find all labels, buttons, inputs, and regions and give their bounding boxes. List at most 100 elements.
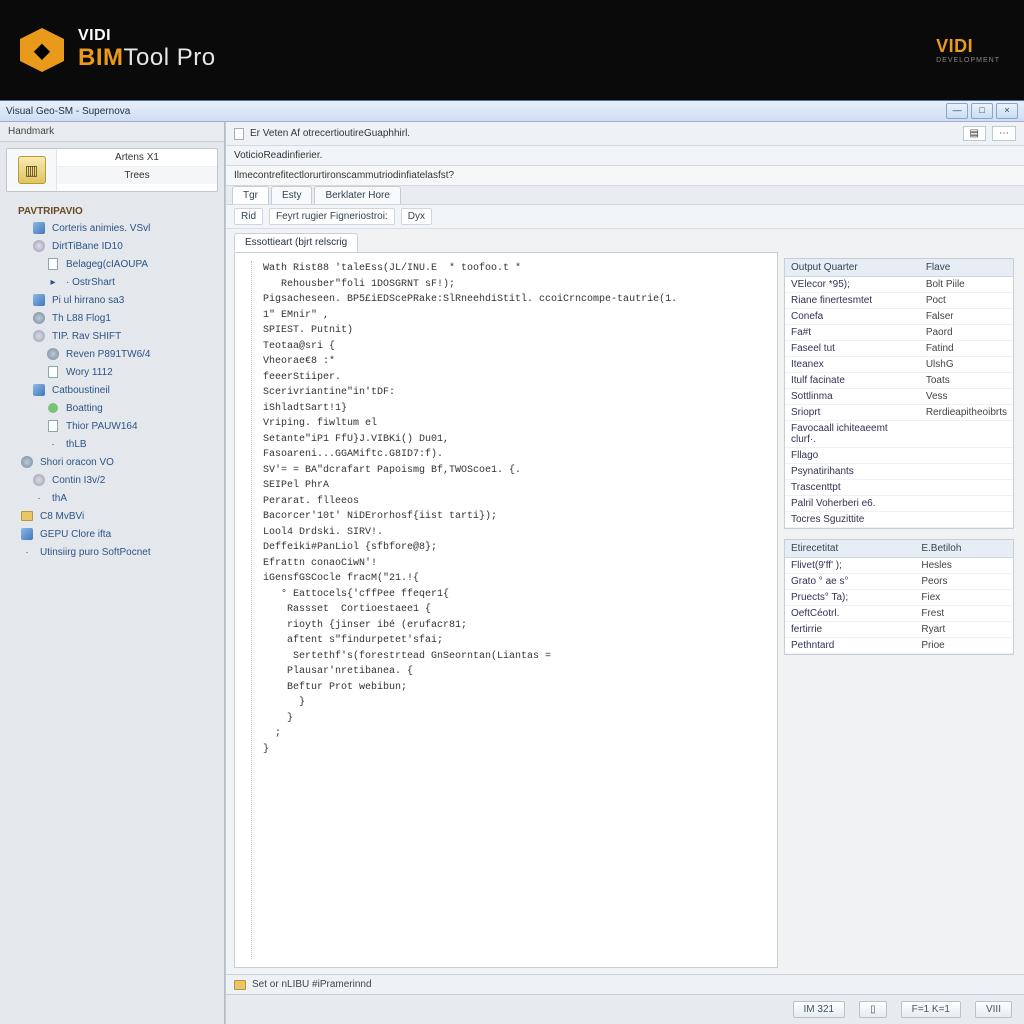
prop-key: Flivet(9'ff' ); (785, 558, 915, 574)
prop-key: Srioprt (785, 405, 920, 421)
gear-icon (21, 456, 33, 468)
tree-item[interactable]: Wory 1112 (18, 363, 220, 381)
prop-key: Pethntard (785, 638, 915, 654)
tree-item-label: Utinsiirg puro SoftPocnet (40, 547, 151, 558)
table-row[interactable]: Grato ° ae s°Peors (785, 574, 1013, 590)
window-titlebar[interactable]: Visual Geo-SM - Supernova — □ × (0, 100, 1024, 122)
status-button-4[interactable]: VIII (975, 1001, 1012, 1018)
prop-value: Hesles (915, 558, 1013, 574)
tree-item[interactable]: Pi ul hirrano sa3 (18, 291, 220, 309)
tree-item-label: Catboustineil (52, 385, 110, 396)
tree-item-label: thLB (66, 439, 87, 450)
editor-tabs: Tgr Esty Berklater Hore (226, 186, 1024, 205)
prop-value: Toats (920, 373, 1013, 389)
status-button-3[interactable]: F=1 K=1 (901, 1001, 961, 1018)
prop-key: Trascenttpt (785, 480, 920, 496)
table-row[interactable]: OeftCéotrl.Frest (785, 606, 1013, 622)
minimize-button[interactable]: — (946, 103, 968, 119)
tree-item[interactable]: Belageg(cIAOUPA (18, 255, 220, 273)
table-row[interactable]: fertirrieRyart (785, 622, 1013, 638)
toolcard-labels: Artens X1 Trees (57, 149, 217, 191)
code-line: Sertethf's(forestrtead GnSeorntan(Lianta… (245, 649, 767, 665)
nav-toolcard[interactable]: ▥ Artens X1 Trees (6, 148, 218, 192)
table-row[interactable]: Palril Voherberi e6. (785, 496, 1013, 512)
code-line: Deffeiki#PanLiol {sfbfore@8}; (245, 540, 767, 556)
tree-item[interactable]: Shori oracon VO (18, 453, 220, 471)
editor-toolbar-button[interactable]: ⋯ (992, 126, 1016, 141)
tree-item[interactable]: ·thLB (18, 435, 220, 453)
tree-item[interactable]: ▸· OstrShart (18, 273, 220, 291)
prop-value: Prioe (915, 638, 1013, 654)
prop-value: Ryart (915, 622, 1013, 638)
table-row[interactable]: Fa#tPaord (785, 325, 1013, 341)
subtab-2[interactable]: Feyrt rugier Figneriostroi: (269, 208, 395, 225)
table-row[interactable]: ConefaFalser (785, 309, 1013, 325)
code-and-props: Wath Rist88 'taleEss(JL/INU.E * toofoo.t… (226, 252, 1024, 974)
tab-3[interactable]: Berklater Hore (314, 186, 400, 204)
tree-item[interactable]: Corteris animies. VSvl (18, 219, 220, 237)
prop-value (920, 480, 1013, 496)
prop-key: Fllago (785, 448, 920, 464)
props1-col2[interactable]: Flave (920, 259, 1013, 277)
tree-item[interactable]: Reven P891TW6/4 (18, 345, 220, 363)
props1-col1[interactable]: Output Quarter (785, 259, 920, 277)
tree-item[interactable]: DirtTiBane ID10 (18, 237, 220, 255)
open-file-tab[interactable]: Essottieart (bjrt relscrig (234, 233, 358, 252)
table-row[interactable]: Psynatirihants (785, 464, 1013, 480)
table-row[interactable]: VElecor *95);Bolt Piile (785, 277, 1013, 293)
table-row[interactable]: SottlinmaVess (785, 389, 1013, 405)
tree-item[interactable]: TIP. Rav SHIFT (18, 327, 220, 345)
code-line: Rassset Cortioestaee1 { (245, 602, 767, 618)
table-row[interactable]: PethntardPrioe (785, 638, 1013, 654)
table-row[interactable]: Pruects° Ta);Fiex (785, 590, 1013, 606)
status-button-1[interactable]: IM 321 (793, 1001, 846, 1018)
subtab-3[interactable]: Dyx (401, 208, 432, 225)
props2-col1[interactable]: Etirecetitat (785, 540, 915, 558)
tree-item[interactable]: Catboustineil (18, 381, 220, 399)
editor-header-row2: VoticioReadinfierier. (226, 146, 1024, 166)
prop-key: Pruects° Ta); (785, 590, 915, 606)
editor-toolbar-button[interactable]: ▤ (963, 126, 986, 141)
tab-1[interactable]: Tgr (232, 186, 269, 204)
close-button[interactable]: × (996, 103, 1018, 119)
properties-box-2: Etirecetitat E.Betiloh Flivet(9'ff' );He… (784, 539, 1014, 655)
status-button-2[interactable]: ▯ (859, 1001, 887, 1018)
table-row[interactable]: Flivet(9'ff' );Hesles (785, 558, 1013, 574)
table-row[interactable]: Tocres Sguzittite (785, 512, 1013, 528)
toolcard-sub[interactable]: Trees (57, 167, 217, 184)
code-line: Setante"iP1 FfU}J.VIBKi() Du01, (245, 432, 767, 448)
tree-item[interactable]: GEPU Clore ifta (18, 525, 220, 543)
table-row[interactable]: Riane finertesmtetPoct (785, 293, 1013, 309)
tree-item[interactable]: Thior PAUW164 (18, 417, 220, 435)
code-line: Scerivriantine"in'tDF: (245, 385, 767, 401)
tree-item[interactable]: ·Utinsiirg puro SoftPocnet (18, 543, 220, 561)
prop-key: Fa#t (785, 325, 920, 341)
tree-item[interactable]: Contin I3v/2 (18, 471, 220, 489)
table-row[interactable]: Favocaall ichiteaeemt clurf·. (785, 421, 1013, 448)
tree-item[interactable]: C8 MvBVi (18, 507, 220, 525)
table-row[interactable]: Fllago (785, 448, 1013, 464)
table-row[interactable]: Itulf facinateToats (785, 373, 1013, 389)
prop-value (920, 421, 1013, 448)
maximize-button[interactable]: □ (971, 103, 993, 119)
table-row[interactable]: SrioprtRerdieapitheoibrts (785, 405, 1013, 421)
tree-item-label: thA (52, 493, 67, 504)
tab-2[interactable]: Esty (271, 186, 312, 204)
subtab-1[interactable]: Rid (234, 208, 263, 225)
tree-item[interactable]: Th L88 Flog1 (18, 309, 220, 327)
nav-tree[interactable]: PAVTRIPAVIO Corteris animies. VSvl DirtT… (0, 198, 224, 1024)
code-editor[interactable]: Wath Rist88 'taleEss(JL/INU.E * toofoo.t… (234, 252, 778, 968)
table-row[interactable]: Faseel tutFatind (785, 341, 1013, 357)
props2-col2[interactable]: E.Betiloh (915, 540, 1013, 558)
tree-item-label: GEPU Clore ifta (40, 529, 111, 540)
window-buttons: — □ × (946, 103, 1018, 119)
app-body: Handmark ▥ Artens X1 Trees PAVTRIPAVIO C… (0, 122, 1024, 1024)
prop-key: Tocres Sguzittite (785, 512, 920, 528)
prop-key: Sottlinma (785, 389, 920, 405)
prop-key: VElecor *95); (785, 277, 920, 293)
tree-item[interactable]: Boatting (18, 399, 220, 417)
table-row[interactable]: IteanexUlshG (785, 357, 1013, 373)
table-row[interactable]: Trascenttpt (785, 480, 1013, 496)
toolcard-title[interactable]: Artens X1 (57, 149, 217, 167)
tree-item[interactable]: ·thA (18, 489, 220, 507)
